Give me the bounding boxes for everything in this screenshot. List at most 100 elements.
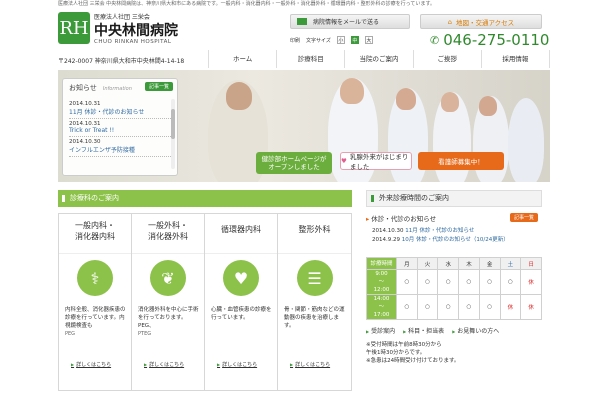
dept-cardiology[interactable]: 循環器内科 ♥ 心臓・血管疾患の診療を行っています。 詳しくはこちら (205, 214, 278, 390)
schedule-corner: 診療時間 (366, 257, 397, 270)
schedule-cell: 休 (499, 294, 522, 320)
dept-name: 一般外科・ 消化器外科 (132, 214, 204, 254)
nav-departments[interactable]: 診療科目 (276, 50, 344, 68)
departments-grid: 一般内科・ 消化器内科 ⚕ 内科全般、消化器疾患の診療を行っています。内視鏡検査… (58, 213, 352, 391)
dept-desc-text: 骨・関節・筋肉などの運動器の疾患を治療します。 (284, 307, 345, 329)
notice-link[interactable]: 11月 休診・代診のお知らせ (405, 228, 474, 234)
dept-internal[interactable]: 一般内科・ 消化器内科 ⚕ 内科全般、消化器疾患の診療を行っています。内視鏡検査… (59, 214, 132, 390)
nurse-recruit-banner[interactable]: 看護師募集中！ (418, 152, 504, 170)
dept-desc: 消化器外科を中心に手術を行っております。PEG、 PTEG (138, 306, 200, 338)
news-title: お知らせ Information (69, 83, 132, 93)
schedule-cell: ○ (437, 294, 460, 320)
main-nav: ホーム 診療科目 当院のご案内 ご挨拶 採用情報 (208, 50, 551, 68)
dept-detail-link[interactable]: 詳しくはこちら (71, 361, 111, 368)
access-map-label: 地図・交通アクセス (455, 18, 515, 27)
schedule-cell: ○ (478, 269, 501, 295)
dept-desc-text: 消化器外科を中心に手術を行っております。PEG、 (138, 307, 199, 329)
schedule-cell: ○ (458, 269, 480, 295)
link-visitors[interactable]: お見舞いの方へ (452, 326, 499, 335)
note-line: ※受付時間は午前8時30分から (366, 342, 442, 348)
nurse-photo-face-4 (479, 96, 497, 116)
logo-mark-icon: RH (58, 12, 90, 44)
staff-photo-face (226, 82, 252, 110)
schedule-table: 診療時間 月 火 水 木 金 土 日 9:00 ～ 12:00 ○ ○ ○ ○ … (366, 257, 542, 320)
news-item[interactable]: 2014.10.30 インフルエンザ予防接種 (69, 137, 173, 157)
departments-section: 診療科のご案内 一般内科・ 消化器内科 ⚕ 内科全般、消化器疾患の診療を行ってい… (58, 190, 352, 391)
nav-greeting[interactable]: ご挨拶 (412, 50, 481, 68)
phone-text: 046-275-0110 (443, 31, 550, 49)
stomach-icon: ❦ (150, 260, 186, 296)
dept-detail-link[interactable]: 詳しくはこちら (217, 361, 257, 368)
font-size-large[interactable]: 大 (364, 36, 373, 44)
breast-clinic-text: 乳腺外来がはじまりました (349, 153, 409, 171)
dept-detail-link[interactable]: 詳しくはこちら (144, 361, 184, 368)
schedule-cell: 休 (520, 269, 542, 295)
news-link[interactable]: 11月 休診・代診のお知らせ (69, 107, 173, 116)
schedule-cell: ○ (437, 269, 460, 295)
utility-row: 印刷 文字サイズ 小 中 大 (290, 35, 415, 45)
schedule-notes: ※受付時間は午前8時30分から 午後1時30分からです。 ※急患は24時間受け付… (366, 341, 542, 365)
schedule-cell: ○ (416, 269, 439, 295)
schedule-cell: ○ (416, 294, 439, 320)
dept-desc: 骨・関節・筋肉などの運動器の疾患を治療します。 (284, 306, 346, 330)
day-header: 月 (396, 257, 418, 270)
dept-desc-text: 内科全般、消化器疾患の診療を行っています。内視鏡検査も (65, 307, 126, 329)
mail-info-button[interactable]: 病院情報をメールで送る (290, 14, 410, 29)
nav-home[interactable]: ホーム (208, 50, 276, 68)
nav-about[interactable]: 当院のご案内 (344, 50, 412, 68)
mail-icon (297, 18, 307, 25)
checkup-banner[interactable]: 健診部ホームページが オープンしました (256, 152, 332, 174)
day-header: 水 (437, 257, 460, 270)
nav-recruit[interactable]: 採用情報 (480, 50, 551, 68)
outpatient-heading: 外来診療時間のご案内 (366, 190, 542, 207)
link-visit-guide[interactable]: 受診案内 (366, 326, 395, 335)
access-map-button[interactable]: ⌂ 地図・交通アクセス (420, 14, 542, 29)
phone-icon: ✆ (430, 33, 440, 47)
dept-orthopedics[interactable]: 整形外科 ☰ 骨・関節・筋肉などの運動器の疾患を治療します。 詳しくはこちら (278, 214, 351, 390)
notice-date: 2014.9.29 (372, 237, 400, 243)
font-size-small[interactable]: 小 (336, 36, 345, 44)
nurse-photo-figure-5 (508, 98, 544, 182)
news-title-text: お知らせ (69, 84, 97, 92)
schedule-cell: ○ (499, 269, 522, 295)
notice-link[interactable]: 10月 休診・代診のお知らせ（10/24更新） (402, 237, 509, 243)
stethoscope-icon: ⚕ (77, 260, 113, 296)
notice-date: 2014.10.30 (372, 228, 404, 234)
font-size-medium[interactable]: 中 (350, 36, 359, 44)
day-header: 火 (416, 257, 439, 270)
schedule-row-afternoon: 14:00 ～ 17:00 ○ ○ ○ ○ ○ 休 休 (366, 294, 542, 320)
news-scroll-thumb[interactable] (171, 109, 175, 139)
ribbon-icon: ♥ (341, 157, 347, 165)
schedule-cell: ○ (478, 294, 501, 320)
dept-surgery[interactable]: 一般外科・ 消化器外科 ❦ 消化器外科を中心に手術を行っております。PEG、 PT… (132, 214, 205, 390)
closure-more-button[interactable]: 記事一覧 (509, 213, 538, 222)
phone-number: ✆ 046-275-0110 (430, 31, 549, 49)
nurse-recruit-text: 看護師募集中！ (438, 158, 484, 166)
closure-notice-item[interactable]: 2014.9.29 10月 休診・代診のお知らせ（10/24更新） (372, 236, 542, 245)
closure-notice-item[interactable]: 2014.10.30 11月 休診・代診のお知らせ (372, 227, 542, 236)
closure-notice-list: 2014.10.30 11月 休診・代診のお知らせ 2014.9.29 10月 … (366, 227, 542, 245)
nurse-photo-face-3 (441, 92, 459, 112)
dept-detail-link[interactable]: 詳しくはこちら (290, 361, 330, 368)
schedule-cell: ○ (396, 269, 418, 295)
nurse-photo-face-2 (396, 88, 416, 110)
hospital-logo[interactable]: RH 医療法人社団 三栄会 中央林間病院 CHUO RINKAN HOSPITA… (58, 12, 206, 48)
xray-chest-icon: ☰ (296, 260, 333, 296)
schedule-cell: ○ (396, 294, 418, 320)
news-item[interactable]: 2014.10.31 11月 休診・代診のお知らせ (69, 99, 173, 119)
print-label[interactable]: 印刷 (290, 37, 300, 44)
news-box: お知らせ Information 記事一覧 2014.10.31 11月 休診・代… (62, 78, 178, 176)
breast-clinic-banner[interactable]: ♥ 乳腺外来がはじまりました (340, 152, 412, 171)
news-link[interactable]: Trick or Treat !! (69, 127, 173, 134)
dept-desc: 内科全般、消化器疾患の診療を行っています。内視鏡検査も PEG (65, 306, 127, 338)
news-list: 2014.10.31 11月 休診・代診のお知らせ 2014.10.31 Tri… (69, 99, 173, 157)
link-doctor-table[interactable]: 科目・担当表 (403, 326, 444, 335)
dept-desc-text: 心臓・血管疾患の診療を行っています。 (211, 307, 272, 321)
nurse-photo-face (340, 78, 364, 104)
news-link[interactable]: インフルエンザ予防接種 (69, 145, 173, 154)
news-more-button[interactable]: 記事一覧 (144, 82, 173, 91)
address-text: 〒242-0007 神奈川県大和市中央林間4-14-18 (58, 58, 185, 65)
dept-desc: 心臓・血管疾患の診療を行っています。 (211, 306, 273, 322)
dept-desc-sub: PEG (65, 331, 76, 337)
news-item[interactable]: 2014.10.31 Trick or Treat !! (69, 119, 173, 137)
